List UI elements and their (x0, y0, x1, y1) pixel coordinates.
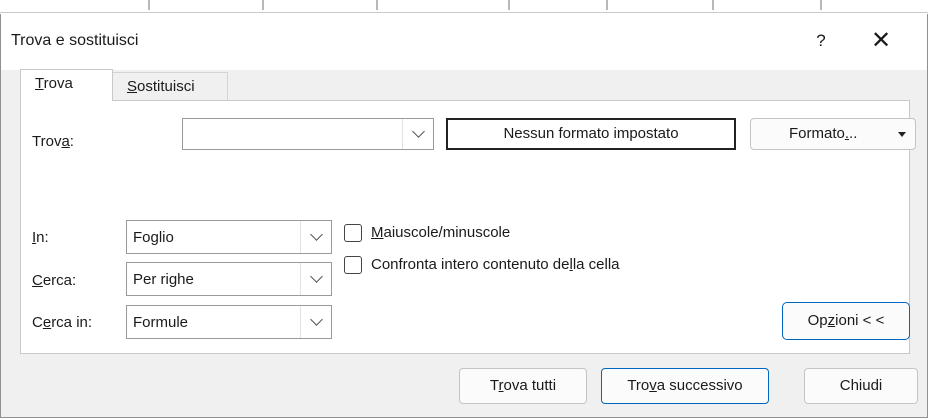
format-button[interactable]: Formato... (750, 118, 916, 150)
look-in-label: Cerca in: (32, 314, 93, 331)
chevron-down-icon[interactable] (402, 119, 433, 149)
dropdown-arrow-icon (898, 132, 906, 137)
chevron-down-icon[interactable] (300, 306, 331, 338)
close-button[interactable]: Chiudi (804, 368, 918, 404)
match-case-checkbox[interactable] (344, 224, 362, 242)
match-entire-label[interactable]: Confronta intero contenuto della cella (371, 256, 620, 273)
tab-trova[interactable]: Trova (20, 69, 113, 101)
match-case-label[interactable]: Maiuscole/minuscole (371, 224, 510, 241)
find-next-button[interactable]: Trova successivo (601, 368, 769, 404)
look-in-select[interactable]: Formule (126, 305, 332, 339)
chevron-down-icon[interactable] (300, 263, 331, 295)
match-entire-checkbox[interactable] (344, 256, 362, 274)
help-button[interactable]: ? (801, 24, 841, 58)
format-preview: Nessun formato impostato (446, 118, 736, 150)
find-all-button[interactable]: Trova tutti (459, 368, 587, 404)
title-bar: Trova e sostituisci ? ✕ (1, 14, 927, 70)
options-button[interactable]: Opzioni < < (782, 302, 910, 340)
in-label: In: (32, 229, 49, 246)
find-label: Trova: (32, 133, 74, 150)
chevron-down-icon[interactable] (300, 221, 331, 253)
find-input[interactable] (182, 118, 434, 150)
search-label: Cerca: (32, 272, 77, 289)
search-select[interactable]: Per righe (126, 262, 332, 296)
close-icon[interactable]: ✕ (861, 24, 901, 58)
background-worksheet-strip (0, 0, 928, 14)
in-select[interactable]: Foglio (126, 220, 332, 254)
window-title: Trova e sostituisci (11, 32, 139, 49)
tab-sostituisci[interactable]: Sostituisci (112, 72, 228, 101)
